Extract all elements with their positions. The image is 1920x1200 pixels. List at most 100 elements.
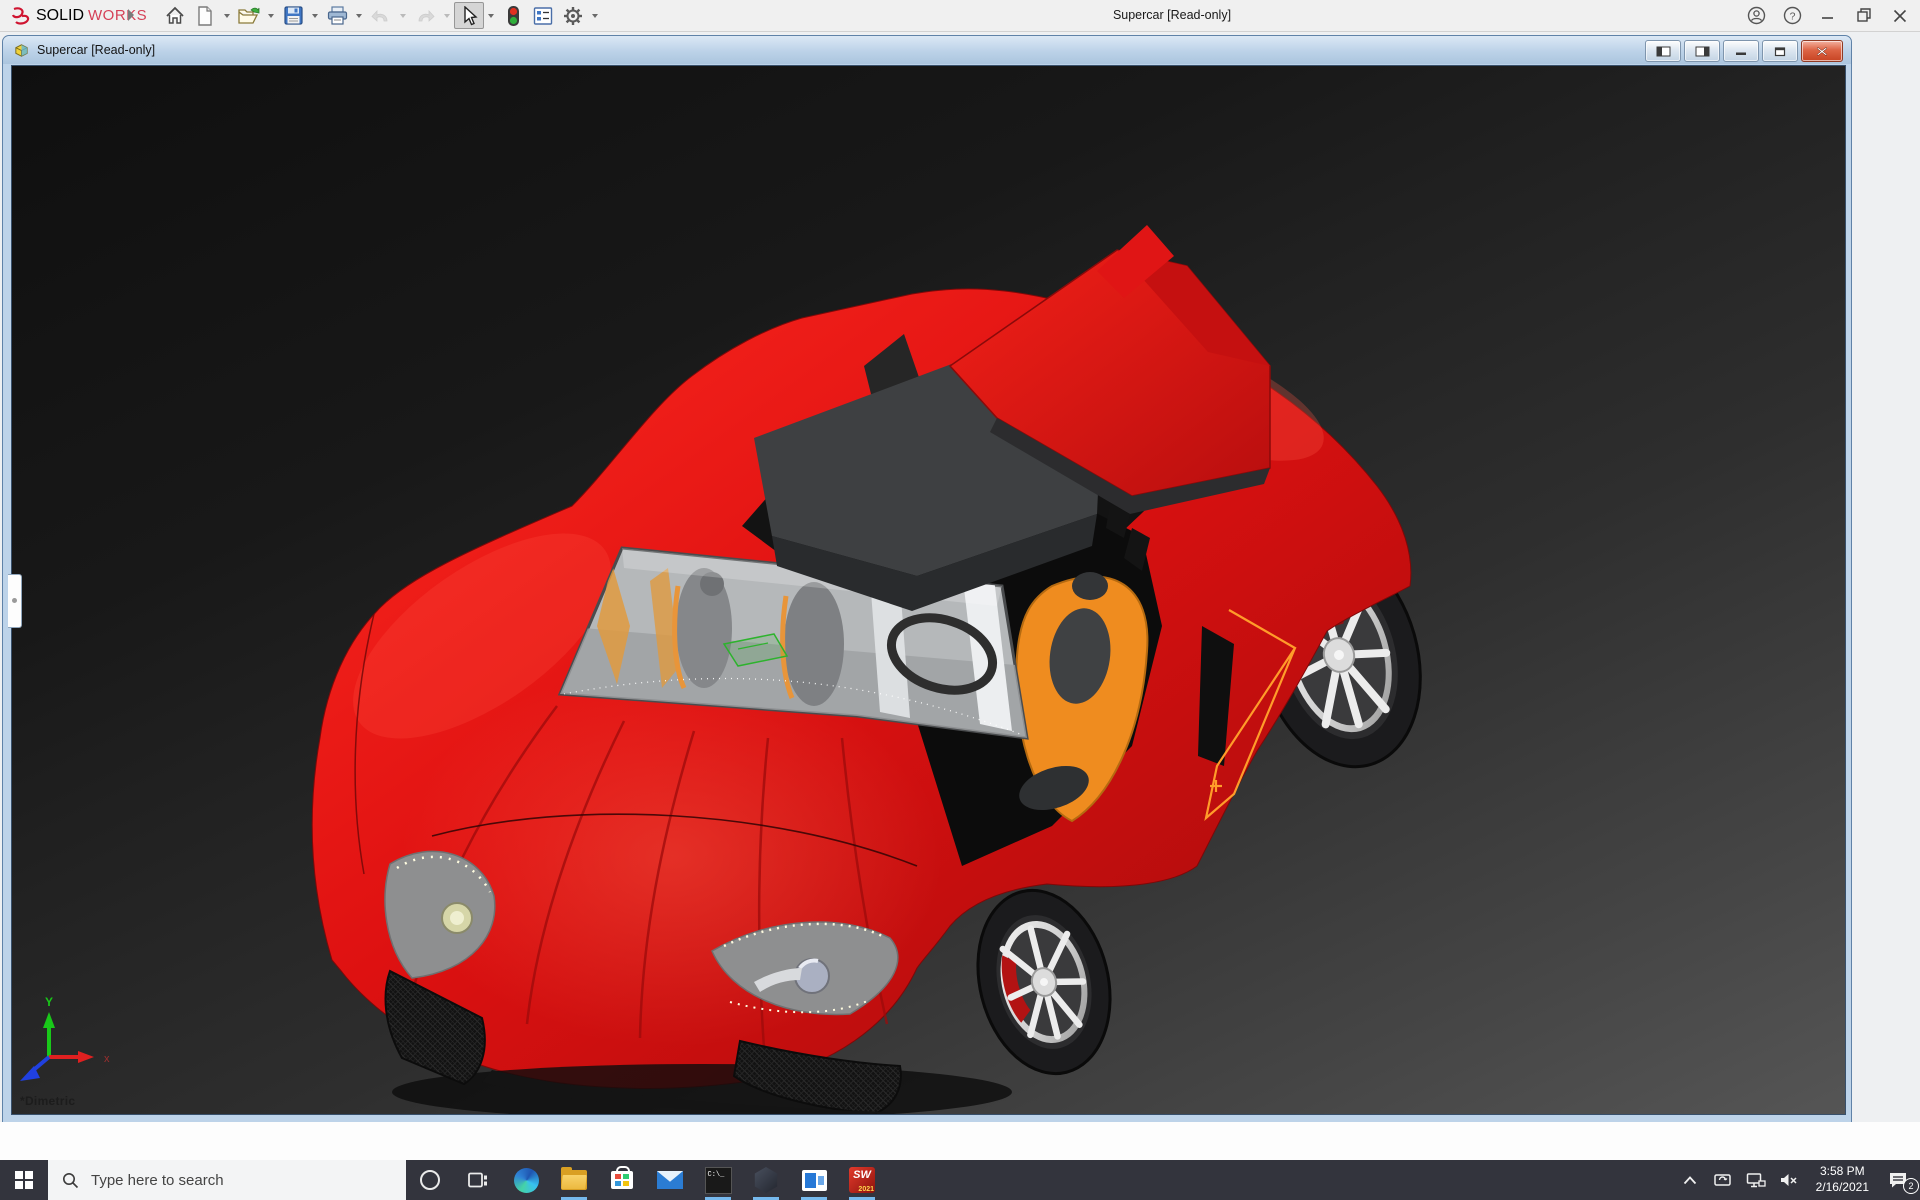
open-dropdown[interactable]	[264, 2, 278, 29]
print-dropdown[interactable]	[352, 2, 366, 29]
panel-collapse-handle[interactable]	[8, 574, 22, 628]
save-button[interactable]	[278, 2, 308, 29]
taskbar-edge[interactable]	[502, 1160, 550, 1200]
open-icon	[238, 7, 260, 24]
search-placeholder: Type here to search	[91, 1171, 224, 1189]
cortana-icon	[420, 1170, 440, 1190]
help-button[interactable]: ?	[1782, 6, 1802, 26]
tray-date: 2/16/2021	[1815, 1180, 1869, 1194]
action-center-button[interactable]: 2	[1884, 1160, 1919, 1200]
taskbar-file-explorer[interactable]	[550, 1160, 598, 1200]
tray-time: 3:58 PM	[1819, 1164, 1865, 1179]
document-window: Supercar [Read-only] Y x *Dimetric	[2, 35, 1852, 1123]
taskbar-mail[interactable]	[646, 1160, 694, 1200]
file-properties-button[interactable]	[528, 2, 558, 29]
triad-y-label: Y	[45, 995, 53, 1009]
gear-icon	[564, 6, 582, 25]
close-button[interactable]	[1890, 6, 1910, 26]
doc-close-button[interactable]	[1801, 40, 1843, 62]
document-titlebar: Supercar [Read-only]	[3, 36, 1851, 64]
cortana-button[interactable]	[406, 1160, 454, 1200]
volume-muted-icon	[1781, 1174, 1797, 1186]
options-dropdown[interactable]	[588, 2, 602, 29]
network-tray-button[interactable]	[1744, 1160, 1768, 1200]
minimize-button[interactable]	[1818, 6, 1838, 26]
orientation-triad: Y x	[20, 995, 110, 1081]
brand-solid: SOLID	[36, 6, 85, 24]
undo-dropdown[interactable]	[396, 2, 410, 29]
print-button[interactable]	[322, 2, 352, 29]
restore-icon	[1856, 8, 1871, 22]
redo-icon	[418, 9, 435, 22]
window-app-icon	[801, 1169, 827, 1191]
app-window-controls: ?	[1746, 0, 1910, 31]
chevron-up-icon	[1683, 1175, 1696, 1184]
taskbar-solidworks[interactable]: SW 2021	[838, 1160, 886, 1200]
viewport-3d[interactable]: Y x *Dimetric	[11, 65, 1846, 1115]
part-document-icon	[15, 43, 28, 57]
home-icon	[166, 6, 184, 24]
taskbar-store[interactable]	[598, 1160, 646, 1200]
app-background-strip	[0, 1122, 1920, 1160]
menu-flyout-arrow[interactable]	[128, 9, 134, 21]
minimize-icon	[1822, 16, 1833, 19]
options-button[interactable]	[558, 2, 588, 29]
task-view-button[interactable]	[454, 1160, 502, 1200]
taskbar-search[interactable]: Type here to search	[48, 1160, 406, 1200]
doc-minimize-icon	[1736, 52, 1746, 55]
new-document-button[interactable]	[190, 2, 220, 29]
right-pane-icon	[1695, 46, 1709, 56]
new-document-dropdown[interactable]	[220, 2, 234, 29]
taskbar-command-prompt[interactable]: C:\_	[694, 1160, 742, 1200]
network-icon	[1746, 1172, 1766, 1187]
save-dropdown[interactable]	[308, 2, 322, 29]
screen: SOLID WORKS Supercar [Read-only] ? Super…	[0, 0, 1920, 1200]
maximize-button[interactable]	[1854, 6, 1874, 26]
taskbar-window-app[interactable]	[790, 1160, 838, 1200]
app-titlebar: SOLID WORKS Supercar [Read-only] ?	[0, 0, 1920, 32]
tray-clock[interactable]: 3:58 PM 2/16/2021	[1810, 1164, 1875, 1195]
windows-logo-icon	[15, 1171, 33, 1189]
notification-badge: 2	[1903, 1178, 1919, 1194]
file-properties-icon	[533, 6, 553, 25]
mail-icon	[657, 1171, 683, 1189]
show-left-pane-button[interactable]	[1645, 40, 1681, 62]
taskbar: Type here to search C:\_ SW 2021 3:58 PM…	[0, 1160, 1920, 1200]
taskbar-hexagon-app[interactable]	[742, 1160, 790, 1200]
print-icon	[327, 6, 347, 25]
rebuild-button[interactable]	[498, 2, 528, 29]
start-button[interactable]	[0, 1160, 48, 1200]
hexagon-app-icon	[754, 1167, 778, 1193]
front-wheel	[976, 888, 1112, 1076]
command-prompt-icon: C:\_	[704, 1166, 732, 1194]
doc-restore-button[interactable]	[1762, 40, 1798, 62]
system-tray: 3:58 PM 2/16/2021 2	[1678, 1160, 1920, 1200]
svg-text:?: ?	[1789, 10, 1795, 22]
undo-button[interactable]	[366, 2, 396, 29]
redo-dropdown[interactable]	[440, 2, 454, 29]
volume-tray-button[interactable]	[1777, 1160, 1801, 1200]
open-button[interactable]	[234, 2, 264, 29]
solidworks-icon: SW 2021	[849, 1167, 875, 1193]
redo-button[interactable]	[410, 2, 440, 29]
app-window-title: Supercar [Read-only]	[1112, 8, 1232, 22]
select-cursor-icon	[464, 5, 478, 25]
triad-x-label: x	[104, 1053, 110, 1065]
select-dropdown[interactable]	[484, 2, 498, 29]
home-button[interactable]	[160, 2, 190, 29]
file-explorer-icon	[561, 1167, 587, 1190]
save-icon	[283, 6, 303, 25]
show-right-pane-button[interactable]	[1684, 40, 1720, 62]
rebuild-traffic-light-icon	[507, 5, 519, 26]
hidden-icons-button[interactable]	[1678, 1160, 1702, 1200]
help-icon: ?	[1783, 6, 1801, 25]
account-icon	[1747, 6, 1765, 25]
doc-restore-icon	[1774, 46, 1786, 56]
view-orientation-label: *Dimetric	[20, 1094, 76, 1108]
sync-tray-button[interactable]	[1711, 1160, 1735, 1200]
left-pane-icon	[1656, 46, 1670, 56]
select-button[interactable]	[454, 2, 484, 29]
doc-minimize-button[interactable]	[1723, 40, 1759, 62]
close-icon	[1893, 9, 1907, 22]
account-button[interactable]	[1746, 6, 1766, 26]
